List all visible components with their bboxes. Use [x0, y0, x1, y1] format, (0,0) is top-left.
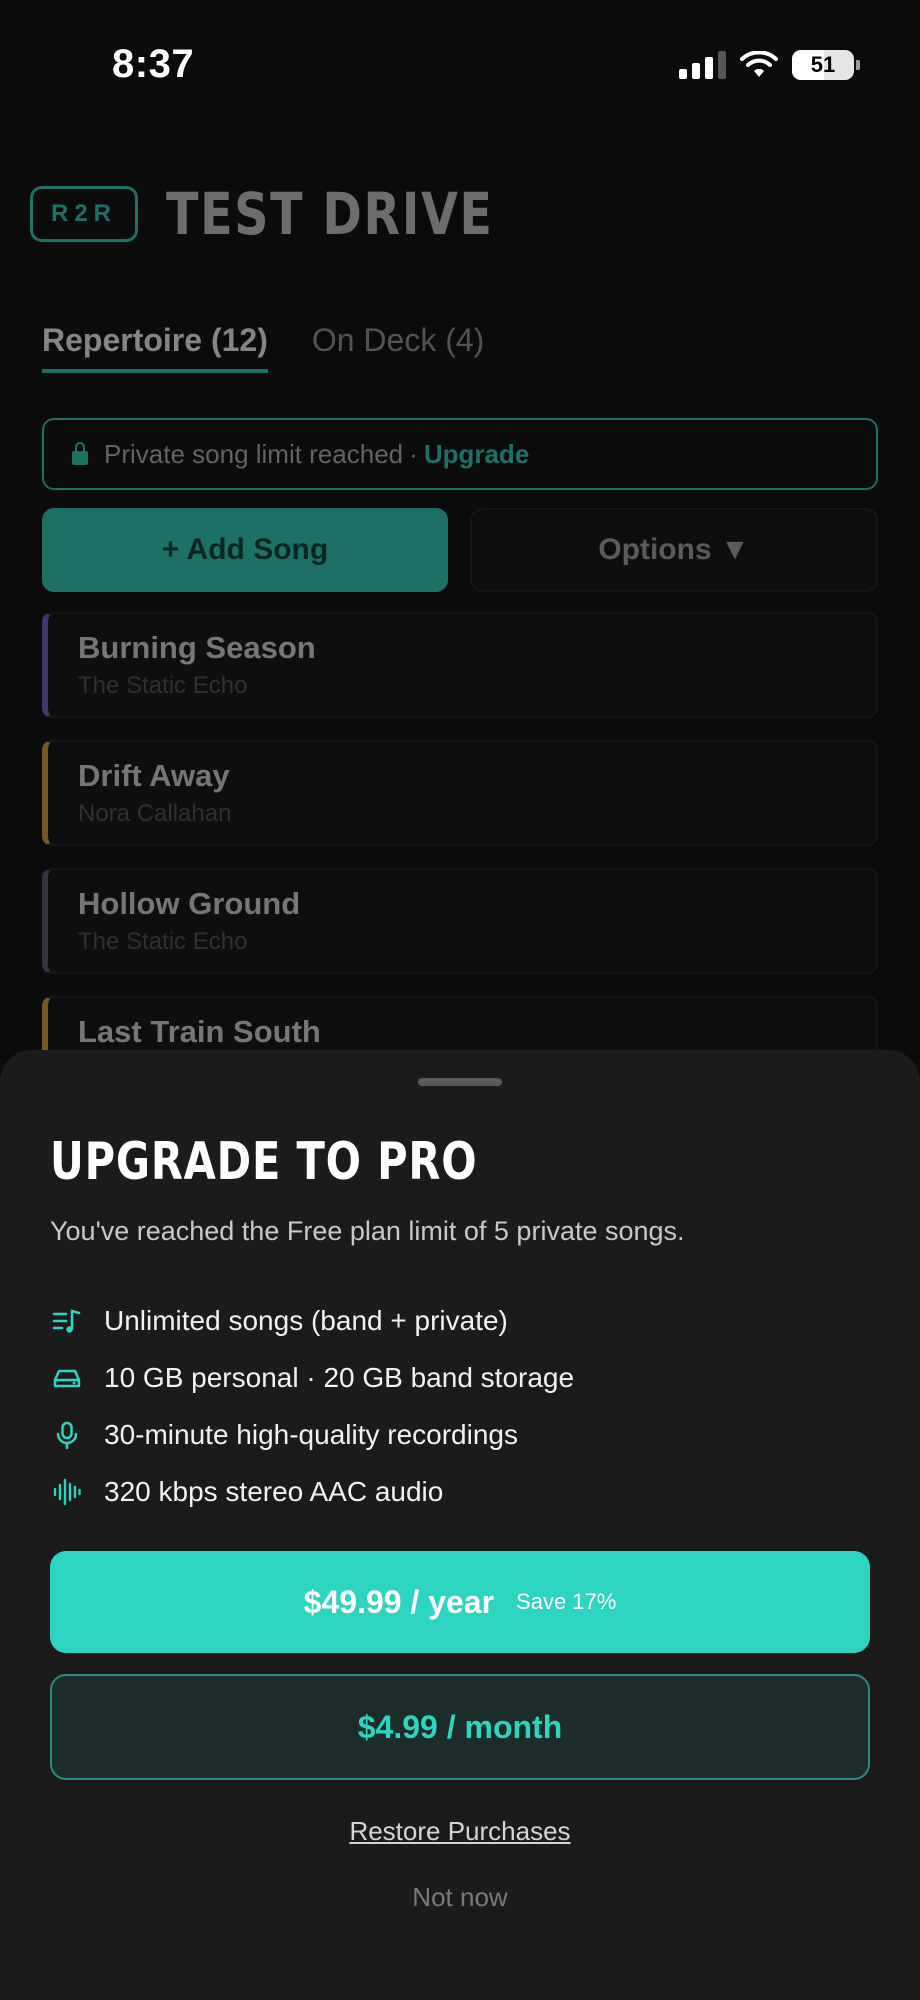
options-button[interactable]: Options ▼: [470, 508, 878, 592]
song-title: Last Train South: [78, 1014, 321, 1049]
battery-icon: 51: [792, 50, 860, 80]
microphone-icon: [50, 1418, 84, 1452]
feature-text: Unlimited songs (band + private): [104, 1304, 508, 1336]
band-title: TEST DRIVE: [166, 180, 494, 248]
sheet-grabber[interactable]: [418, 1078, 502, 1086]
song-artist: The Static Echo: [78, 928, 248, 955]
feature-item: Unlimited songs (band + private): [50, 1292, 574, 1349]
battery-percent: 51: [810, 52, 836, 77]
sheet-subtitle: You've reached the Free plan limit of 5 …: [50, 1216, 685, 1246]
yearly-price: $49.99 / year: [303, 1583, 495, 1620]
song-row[interactable]: Drift Away Nora Callahan: [42, 740, 878, 846]
limit-notice-text: Private song limit reached: [104, 438, 404, 469]
feature-text: 10 GB personal · 20 GB band storage: [104, 1361, 575, 1393]
not-now-button[interactable]: Not now: [0, 1882, 920, 1913]
music-list-icon: [50, 1304, 84, 1338]
feature-list: Unlimited songs (band + private) 10 GB p…: [50, 1292, 574, 1520]
feature-item: 320 kbps stereo AAC audio: [50, 1463, 574, 1520]
lock-icon: [72, 442, 88, 465]
sheet-title: UPGRADE TO PRO: [50, 1132, 478, 1192]
notice-separator: ·: [409, 438, 418, 469]
band-screen: R2R TEST DRIVE Repertoire (12) On Deck (…: [0, 130, 920, 1102]
song-title: Drift Away: [78, 758, 230, 793]
status-icons: 51: [679, 50, 860, 80]
cellular-signal-icon: [679, 51, 726, 79]
feature-text: 320 kbps stereo AAC audio: [104, 1475, 444, 1507]
song-title: Burning Season: [78, 630, 316, 665]
tab-repertoire[interactable]: Repertoire (12): [42, 322, 268, 373]
upgrade-sheet: UPGRADE TO PRO You've reached the Free p…: [0, 1050, 920, 2000]
limit-notice: Private song limit reached · Upgrade: [42, 418, 878, 490]
yearly-plan-button[interactable]: $49.99 / year Save 17%: [50, 1551, 870, 1653]
waveform-icon: [50, 1475, 84, 1509]
feature-item: 30-minute high-quality recordings: [50, 1406, 574, 1463]
song-row[interactable]: Burning Season The Static Echo: [42, 612, 878, 718]
upgrade-link[interactable]: Upgrade: [424, 439, 529, 470]
monthly-plan-button[interactable]: $4.99 / month: [50, 1674, 870, 1780]
add-song-button[interactable]: + Add Song: [42, 508, 448, 592]
tab-bar: Repertoire (12) On Deck (4): [42, 322, 484, 373]
action-row: + Add Song Options ▼: [42, 508, 878, 592]
wifi-icon: [740, 51, 778, 77]
yearly-savings: Save 17%: [516, 1589, 617, 1614]
song-artist: The Static Echo: [78, 672, 248, 699]
song-artist: Nora Callahan: [78, 800, 232, 827]
feature-text: 30-minute high-quality recordings: [104, 1418, 518, 1450]
hard-drive-icon: [50, 1361, 84, 1395]
tab-on-deck[interactable]: On Deck (4): [312, 322, 484, 373]
header: R2R TEST DRIVE: [30, 180, 566, 248]
song-row[interactable]: Hollow Ground The Static Echo: [42, 868, 878, 974]
feature-item: 10 GB personal · 20 GB band storage: [50, 1349, 574, 1406]
status-bar: 8:37 51: [0, 0, 920, 130]
status-time: 8:37: [112, 42, 195, 86]
song-title: Hollow Ground: [78, 886, 301, 921]
restore-purchases-link[interactable]: Restore Purchases: [0, 1816, 920, 1847]
band-badge[interactable]: R2R: [30, 186, 138, 242]
